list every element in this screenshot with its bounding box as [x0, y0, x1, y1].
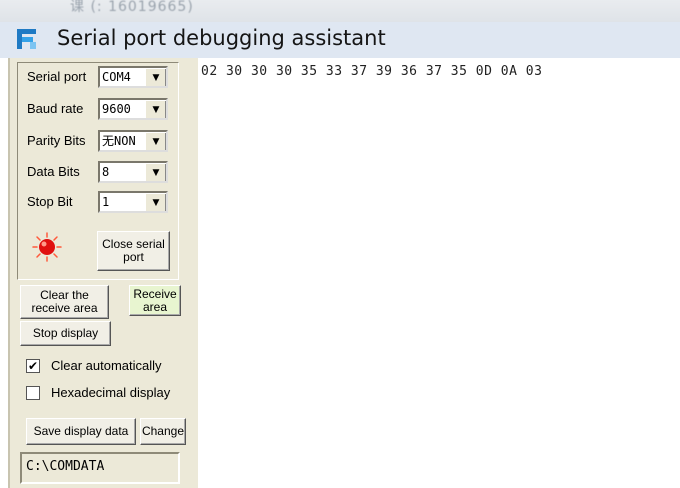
hexadecimal-display-label: Hexadecimal display [51, 385, 171, 400]
chevron-down-icon[interactable]: ▼ [145, 132, 166, 150]
parity-bits-label: Parity Bits [27, 133, 86, 148]
chevron-down-icon[interactable]: ▼ [145, 163, 166, 181]
clear-automatically-label: Clear automatically [51, 358, 162, 373]
checkmark-icon: ✔ [27, 359, 39, 373]
app-icon [17, 29, 36, 49]
close-serial-port-button[interactable]: Close serial port [97, 231, 170, 271]
stop-bit-label: Stop Bit [27, 194, 73, 209]
chevron-down-icon[interactable]: ▼ [145, 100, 166, 118]
parity-bits-select[interactable]: 无NON ▼ [98, 130, 168, 152]
received-data-text: 02 30 30 30 35 33 37 39 36 37 35 0D 0A 0… [201, 64, 543, 79]
receive-area-button[interactable]: Receive area [129, 285, 181, 316]
save-path-field[interactable]: C:\COMDATA [20, 452, 180, 484]
baud-rate-select[interactable]: 9600 ▼ [98, 98, 168, 120]
change-path-button[interactable]: Change [140, 418, 186, 445]
serial-port-label: Serial port [27, 69, 87, 84]
save-display-data-button[interactable]: Save display data [26, 418, 136, 445]
serial-port-select[interactable]: COM4 ▼ [98, 66, 168, 88]
stop-display-button[interactable]: Stop display [20, 321, 111, 346]
background-window-strip: 课 (: 16019665) [0, 0, 680, 22]
hexadecimal-display-checkbox[interactable] [26, 386, 40, 400]
stop-bit-select[interactable]: 1 ▼ [98, 191, 168, 213]
data-bits-select[interactable]: 8 ▼ [98, 161, 168, 183]
baud-rate-label: Baud rate [27, 101, 84, 116]
chevron-down-icon[interactable]: ▼ [145, 193, 166, 211]
clear-automatically-checkbox[interactable]: ✔ [26, 359, 40, 373]
receive-area[interactable]: 02 30 30 30 35 33 37 39 36 37 35 0D 0A 0… [198, 58, 680, 488]
window-title: Serial port debugging assistant [57, 26, 386, 50]
chevron-down-icon[interactable]: ▼ [145, 68, 166, 86]
window-edge [0, 58, 8, 488]
blurred-background-text: 课 (: 16019665) [70, 0, 194, 15]
port-status-led-icon [32, 232, 62, 262]
data-bits-label: Data Bits [27, 164, 80, 179]
clear-receive-area-button[interactable]: Clear the receive area [20, 285, 109, 319]
